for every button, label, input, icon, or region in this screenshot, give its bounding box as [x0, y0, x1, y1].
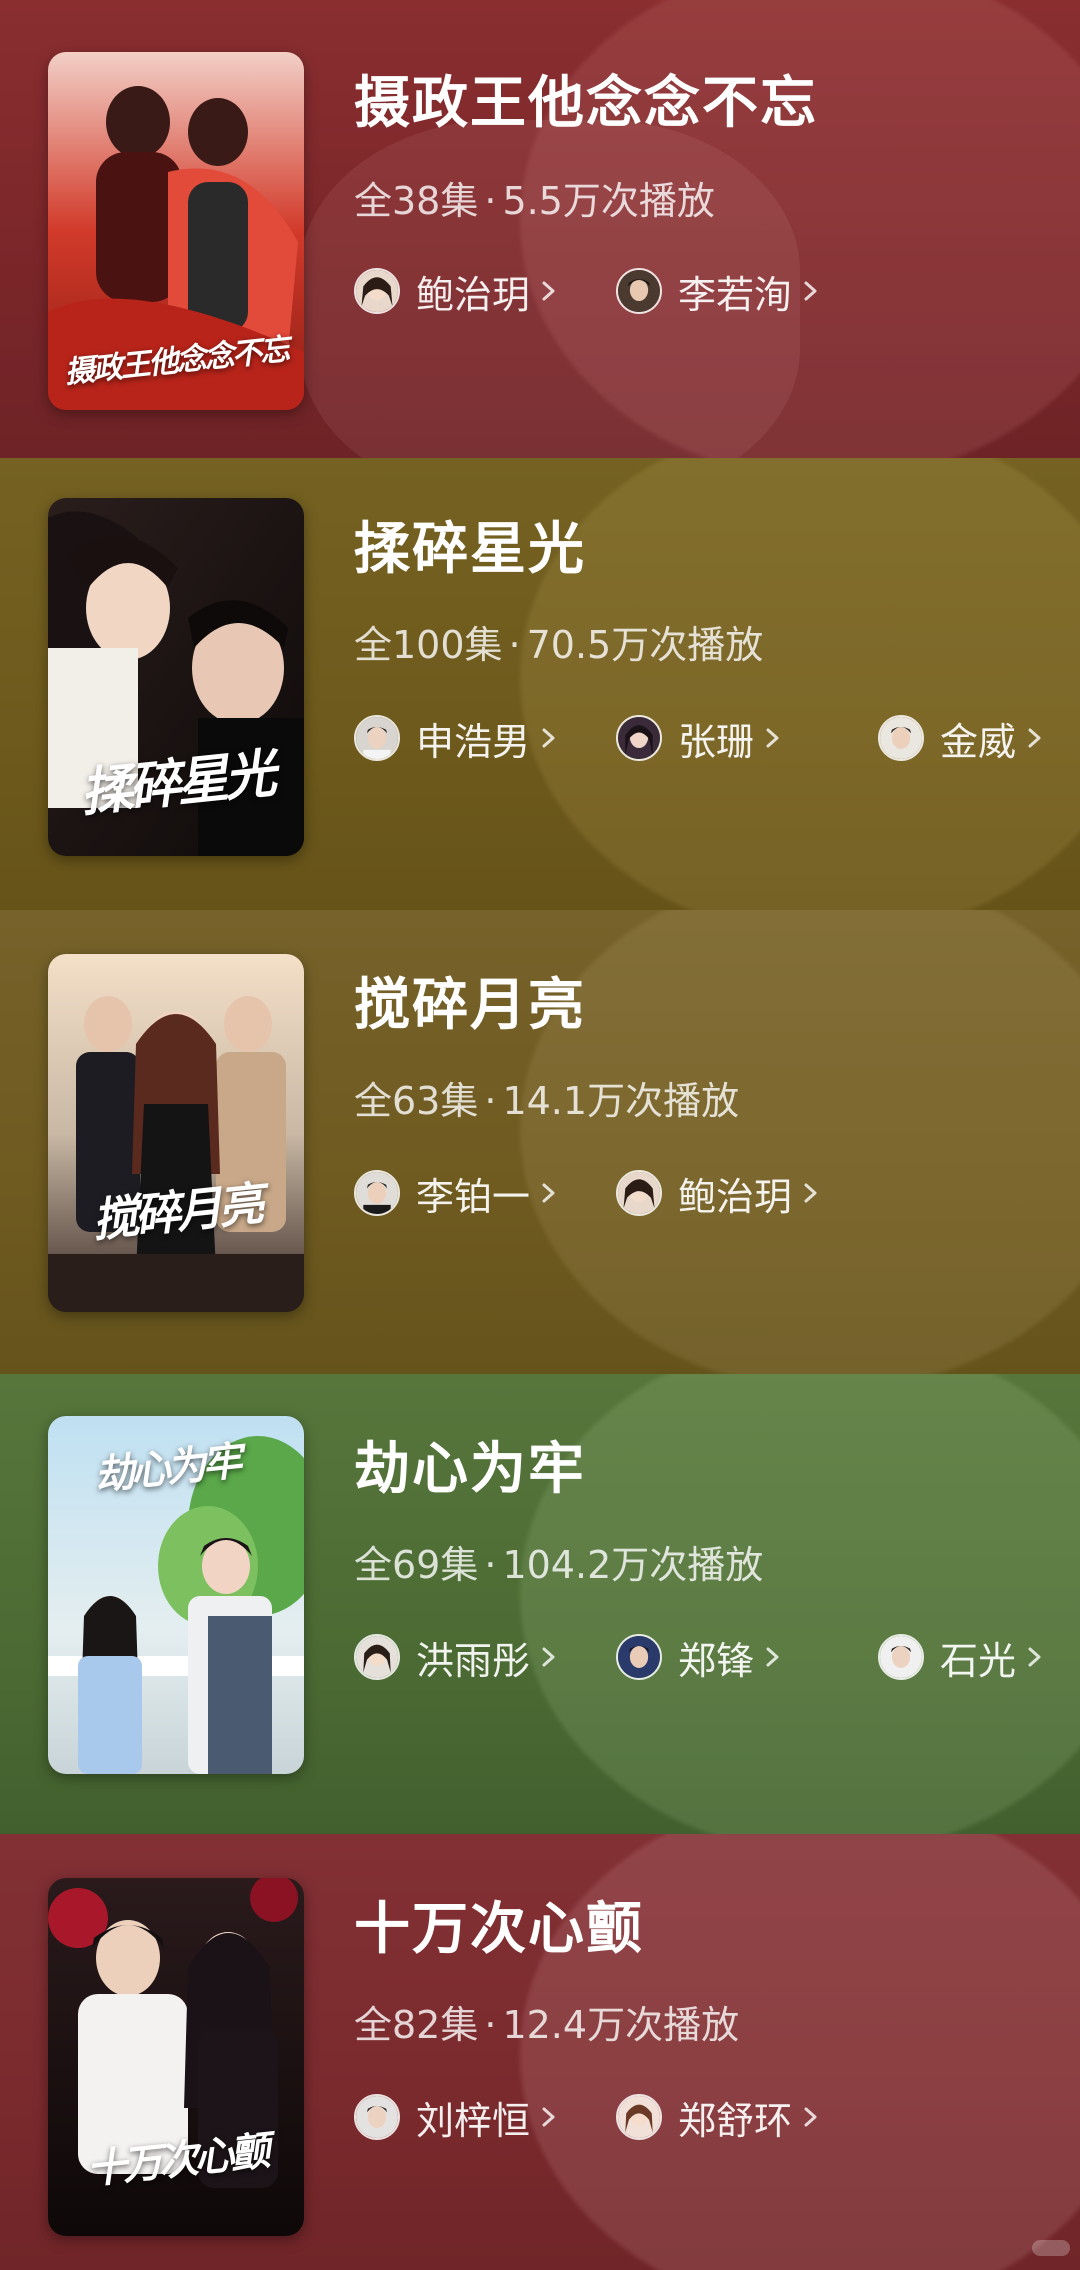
meta-separator: · — [484, 1079, 497, 1123]
drama-card[interactable]: 搅碎月亮 搅碎月亮 全63集 · 14.1万次播放 李铂一 鲍治玥 — [0, 910, 1080, 1374]
drama-poster[interactable]: 揉碎星光 — [48, 498, 304, 856]
chevron-right-icon — [542, 1183, 555, 1203]
drama-meta: 全63集 · 14.1万次播放 — [354, 1070, 739, 1125]
background-decoration — [520, 458, 1080, 910]
drama-title[interactable]: 劫心为牢 — [354, 1424, 586, 1505]
actor-link[interactable]: 鲍治玥 — [354, 264, 616, 318]
drama-poster[interactable]: 劫心为牢 — [48, 1416, 304, 1774]
chevron-right-icon — [804, 1183, 817, 1203]
actor-list: 洪雨彤 郑锋 石光 — [354, 1630, 1080, 1684]
actor-list: 鲍治玥 李若洵 — [354, 264, 878, 318]
drama-poster[interactable]: 十万次心颤 — [48, 1878, 304, 2236]
actor-list: 申浩男 张珊 金威 — [354, 711, 1080, 765]
actor-link[interactable]: 石光 — [878, 1630, 1080, 1684]
meta-separator: · — [508, 623, 521, 667]
meta-separator: · — [484, 2003, 497, 2047]
chevron-right-icon — [542, 1647, 555, 1667]
drama-card[interactable]: 劫心为牢 劫心为牢 全69集 · 104.2万次播放 洪雨彤 郑锋 石光 — [0, 1374, 1080, 1834]
watermark — [1032, 2240, 1070, 2256]
actor-link[interactable]: 鲍治玥 — [616, 1166, 878, 1220]
chevron-right-icon — [542, 2107, 555, 2127]
drama-title[interactable]: 揉碎星光 — [354, 504, 586, 585]
actor-name: 刘梓恒 — [416, 2098, 531, 2143]
actor-avatar — [354, 715, 400, 761]
actor-name: 郑锋 — [678, 1638, 755, 1683]
drama-title[interactable]: 搅碎月亮 — [354, 960, 586, 1041]
actor-name: 洪雨彤 — [416, 1638, 531, 1683]
actor-name: 郑舒环 — [678, 2098, 793, 2143]
actor-list: 李铂一 鲍治玥 — [354, 1166, 878, 1220]
drama-list: 摄政王他念念不忘 摄政王他念念不忘 全38集·5.5万次播放 鲍治玥 李若洵 — [0, 0, 1080, 2270]
actor-avatar — [878, 715, 924, 761]
play-count: 14.1万次播放 — [502, 1079, 740, 1123]
chevron-right-icon — [542, 281, 555, 301]
actor-avatar — [354, 1170, 400, 1216]
episode-count: 全100集 — [354, 623, 503, 667]
actor-avatar — [878, 1634, 924, 1680]
episode-count: 全82集 — [354, 2003, 479, 2047]
actor-name: 金威 — [940, 719, 1017, 764]
actor-name: 石光 — [940, 1638, 1017, 1683]
meta-separator: · — [484, 1543, 497, 1587]
episode-count: 全69集 — [354, 1543, 479, 1587]
drama-title[interactable]: 摄政王他念念不忘 — [354, 58, 818, 139]
actor-avatar — [616, 268, 662, 314]
actor-avatar — [354, 1634, 400, 1680]
drama-meta: 全38集 · 5.5万次播放 — [354, 170, 715, 225]
drama-title[interactable]: 十万次心颤 — [354, 1884, 644, 1965]
meta-separator: · — [484, 179, 497, 223]
actor-avatar — [616, 1170, 662, 1216]
actor-link[interactable]: 郑锋 — [616, 1630, 878, 1684]
background-decoration — [520, 910, 1080, 1374]
actor-avatar — [354, 268, 400, 314]
drama-card[interactable]: 摄政王他念念不忘 摄政王他念念不忘 全38集 · 5.5万次播放 鲍治玥 李若洵 — [0, 0, 1080, 458]
actor-link[interactable]: 李铂一 — [354, 1166, 616, 1220]
actor-name: 李若洵 — [678, 272, 793, 317]
drama-meta: 全82集 · 12.4万次播放 — [354, 1994, 739, 2049]
chevron-right-icon — [1028, 1647, 1041, 1667]
actor-avatar — [616, 1634, 662, 1680]
actor-link[interactable]: 刘梓恒 — [354, 2090, 616, 2144]
drama-meta: 全69集 · 104.2万次播放 — [354, 1534, 763, 1589]
drama-meta: 全100集 · 70.5万次播放 — [354, 614, 763, 669]
actor-name: 鲍治玥 — [678, 1174, 793, 1219]
episode-count: 全63集 — [354, 1079, 479, 1123]
actor-link[interactable]: 洪雨彤 — [354, 1630, 616, 1684]
drama-poster[interactable]: 摄政王他念念不忘 — [48, 52, 304, 410]
drama-card[interactable]: 揉碎星光 揉碎星光 全100集 · 70.5万次播放 申浩男 张珊 金威 — [0, 458, 1080, 910]
drama-card[interactable]: 十万次心颤 十万次心颤 全82集 · 12.4万次播放 刘梓恒 郑舒环 — [0, 1834, 1080, 2270]
actor-link[interactable]: 李若洵 — [616, 264, 878, 318]
actor-avatar — [354, 2094, 400, 2140]
actor-avatar — [616, 2094, 662, 2140]
background-decoration — [520, 1374, 1080, 1834]
actor-link[interactable]: 张珊 — [616, 711, 878, 765]
play-count: 5.5万次播放 — [502, 179, 715, 223]
actor-link[interactable]: 郑舒环 — [616, 2090, 878, 2144]
play-count: 104.2万次播放 — [502, 1543, 764, 1587]
chevron-right-icon — [766, 1647, 779, 1667]
actor-name: 鲍治玥 — [416, 272, 531, 317]
actor-name: 申浩男 — [416, 719, 531, 764]
actor-list: 刘梓恒 郑舒环 — [354, 2090, 878, 2144]
chevron-right-icon — [804, 2107, 817, 2127]
play-count: 12.4万次播放 — [502, 2003, 740, 2047]
chevron-right-icon — [1028, 728, 1041, 748]
actor-link[interactable]: 申浩男 — [354, 711, 616, 765]
chevron-right-icon — [804, 281, 817, 301]
actor-name: 李铂一 — [416, 1174, 531, 1219]
drama-poster[interactable]: 搅碎月亮 — [48, 954, 304, 1312]
play-count: 70.5万次播放 — [526, 623, 764, 667]
actor-avatar — [616, 715, 662, 761]
chevron-right-icon — [542, 728, 555, 748]
chevron-right-icon — [766, 728, 779, 748]
actor-name: 张珊 — [678, 719, 755, 764]
actor-link[interactable]: 金威 — [878, 711, 1080, 765]
episode-count: 全38集 — [354, 179, 479, 223]
